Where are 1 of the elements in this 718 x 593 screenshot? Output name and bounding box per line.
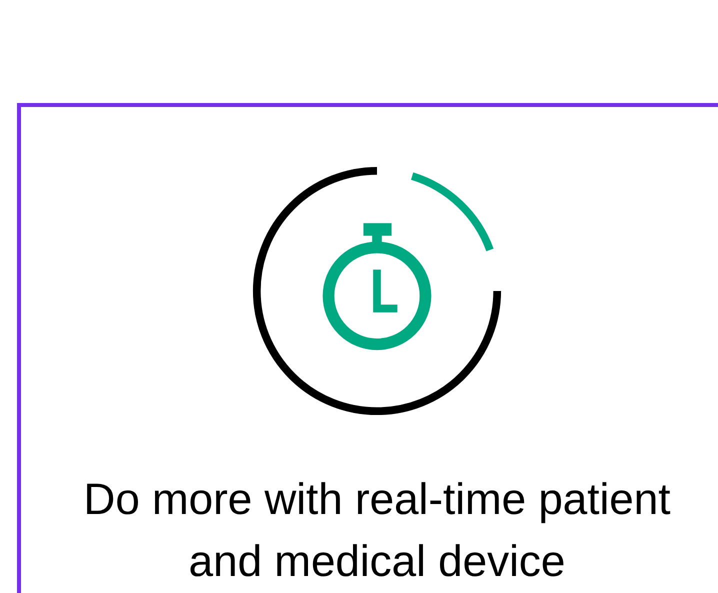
card-heading: Do more with real-time patient and medical device bbox=[82, 474, 672, 588]
